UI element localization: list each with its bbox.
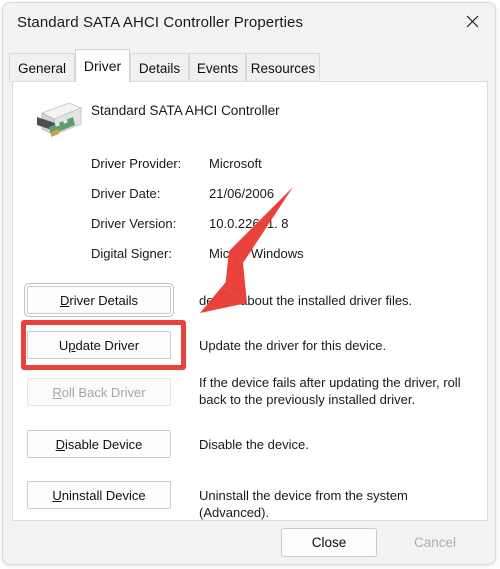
device-name: Standard SATA AHCI Controller — [91, 103, 280, 118]
tab-label: Events — [196, 60, 239, 76]
tab-strip: General Driver Details Events Resources — [3, 47, 495, 82]
driver-tab-panel: Standard SATA AHCI Controller Driver Pro… — [12, 81, 488, 521]
close-icon[interactable] — [449, 3, 495, 39]
close-button[interactable]: Close — [281, 528, 377, 557]
tab-label: Resources — [250, 60, 316, 76]
digital-signer-value: Micros Windows — [209, 246, 304, 261]
button-label: Roll Back Driver — [52, 384, 146, 400]
tab-resources[interactable]: Resources — [246, 53, 320, 82]
button-label: Disable Device — [55, 436, 143, 452]
driver-details-button[interactable]: Driver Details — [24, 283, 174, 317]
button-label: Uninstall Device — [52, 487, 146, 503]
driver-version-label: Driver Version: — [91, 216, 177, 231]
tab-general[interactable]: General — [9, 53, 75, 82]
tab-details[interactable]: Details — [130, 53, 189, 82]
driver-provider-label: Driver Provider: — [91, 156, 182, 171]
roll-back-driver-button: Roll Back Driver — [27, 378, 171, 406]
driver-date-label: Driver Date: — [91, 186, 161, 201]
uninstall-device-description: Uninstall the device from the system (Ad… — [199, 488, 408, 520]
tab-events[interactable]: Events — [189, 53, 246, 82]
disable-device-description: Disable the device. — [199, 437, 309, 452]
button-label: Update Driver — [58, 337, 140, 353]
driver-details-description: details about the installed driver files… — [199, 293, 413, 308]
dialog-footer: Close Cancel — [3, 521, 495, 564]
tab-label: Driver — [83, 58, 122, 74]
properties-dialog: Standard SATA AHCI Controller Properties… — [2, 2, 496, 565]
tab-label: General — [17, 60, 67, 76]
driver-version-value: 10.0.22621. 8 — [209, 216, 289, 231]
roll-back-driver-description: If the device fails after updating the d… — [199, 375, 461, 407]
disable-device-button[interactable]: Disable Device — [27, 430, 171, 458]
update-driver-button[interactable]: Update Driver — [27, 331, 171, 359]
pci-controller-card-icon — [29, 97, 85, 141]
uninstall-device-button[interactable]: Uninstall Device — [27, 481, 171, 509]
digital-signer-label: Digital Signer: — [91, 246, 172, 261]
window-title: Standard SATA AHCI Controller Properties — [17, 14, 304, 31]
tab-label: Details — [138, 60, 181, 76]
driver-provider-value: Microsoft — [209, 156, 262, 171]
button-label: Driver Details — [59, 292, 138, 308]
update-driver-description: Update the driver for this device. — [199, 338, 387, 353]
driver-date-value: 21/06/2006 — [209, 186, 275, 201]
tab-driver[interactable]: Driver — [75, 49, 130, 82]
cancel-button: Cancel — [387, 528, 483, 557]
title-bar: Standard SATA AHCI Controller Properties — [3, 3, 495, 45]
